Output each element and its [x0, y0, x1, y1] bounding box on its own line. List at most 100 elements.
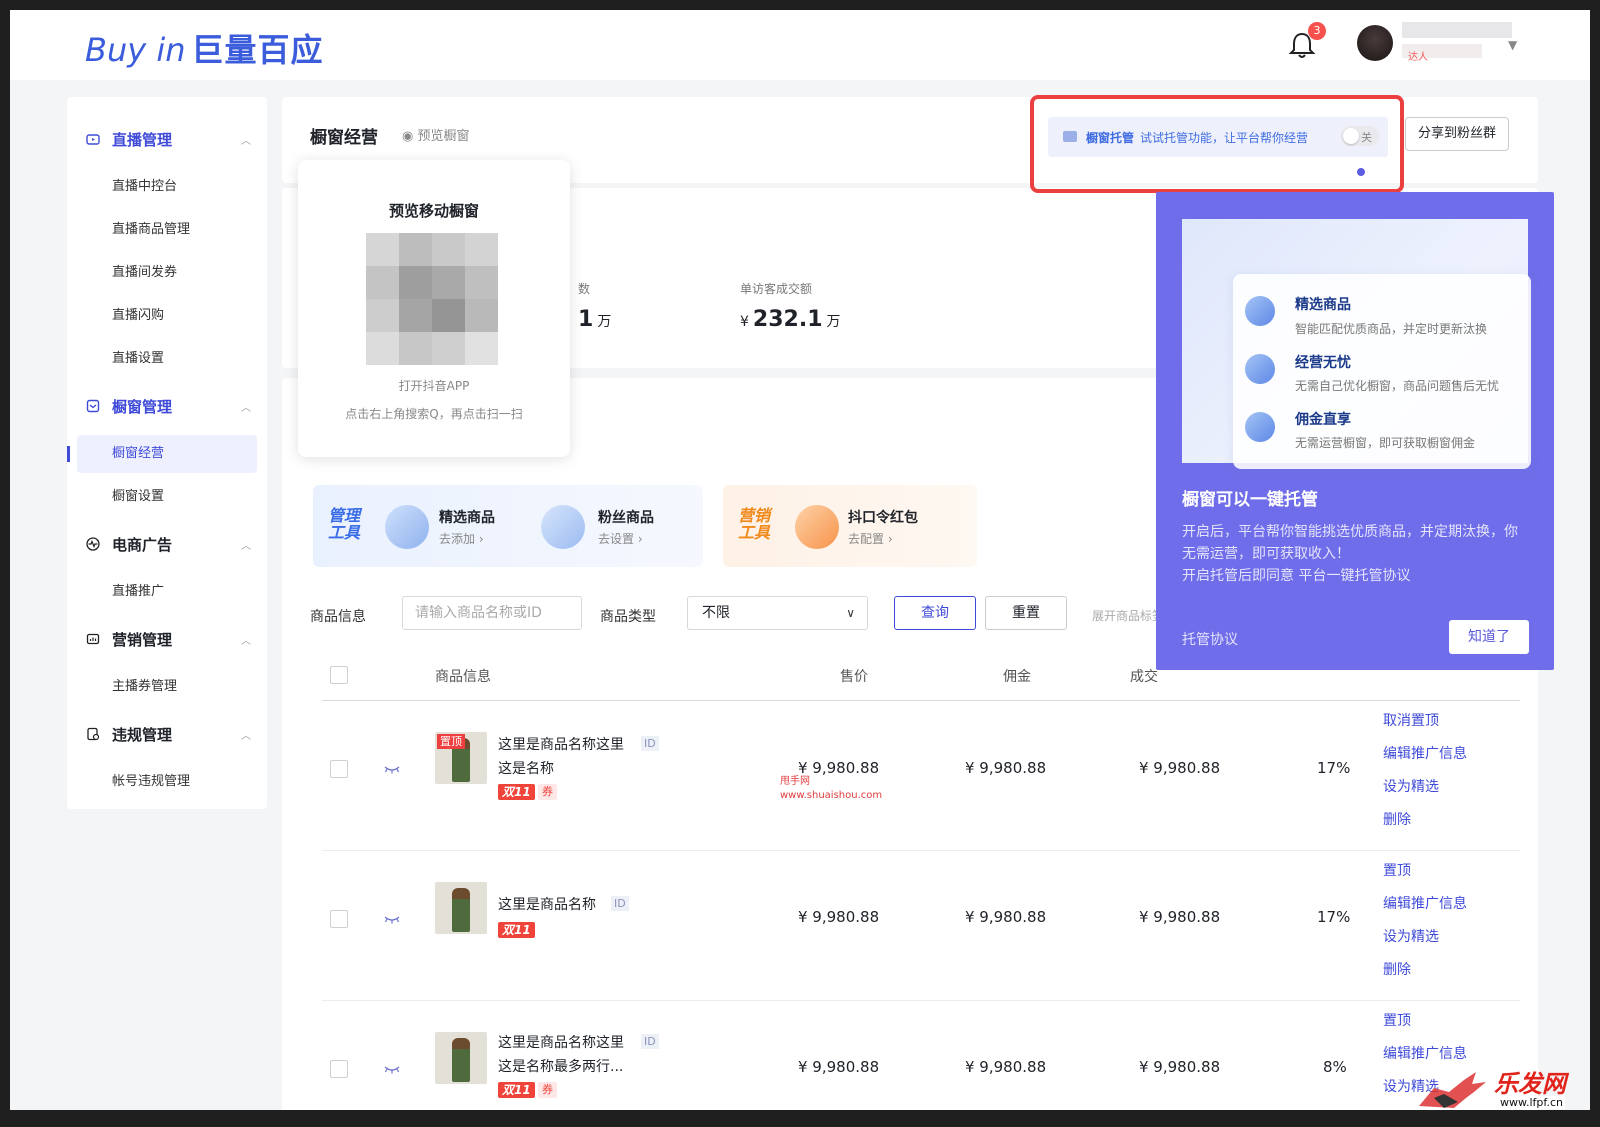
row-checkbox[interactable]	[330, 760, 348, 778]
management-tools-panel: 管理工具 精选商品 去添加 › 粉丝商品 去设置 ›	[313, 485, 703, 567]
sales-value: ¥ 9,980.88	[1139, 759, 1221, 777]
sidebar-group-showcase[interactable]: 橱窗管理 ︿	[67, 391, 267, 421]
page-title: 橱窗经营	[310, 128, 378, 148]
product-type-select[interactable]: 不限 ∨	[687, 596, 868, 630]
column-product-info: 商品信息	[435, 669, 491, 685]
product-search-input[interactable]	[402, 596, 582, 630]
set-featured-button[interactable]: 设为精选	[1383, 926, 1439, 946]
unpin-button[interactable]: 取消置顶	[1383, 710, 1439, 730]
sidebar-item-live-coupons[interactable]: 直播间发券	[77, 254, 257, 292]
tool-selected-products-link[interactable]: 去添加 ›	[439, 530, 484, 547]
product-type-label: 商品类型	[600, 609, 656, 625]
preview-mobile-popup: 预览移动橱窗 打开抖音APP 点击右上角搜索Q，再点击扫一扫	[298, 160, 570, 457]
product-thumbnail[interactable]	[435, 882, 487, 934]
promo-description: 开启后，平台帮你智能挑选优质商品，并定期汰换，你无需运营，即可获取收入！ 开启托管…	[1182, 524, 1518, 584]
highlight-frame	[1030, 95, 1404, 193]
tool-fan-products-link[interactable]: 去设置 ›	[598, 530, 643, 547]
coin-icon	[1245, 412, 1275, 442]
share-to-fans-button[interactable]: 分享到粉丝群	[1405, 117, 1509, 151]
edit-promo-button[interactable]: 编辑推广信息	[1383, 893, 1467, 913]
reset-button[interactable]: 重置	[985, 596, 1067, 630]
column-price: 售价	[840, 669, 868, 685]
hosting-promo-popover: 精选商品 智能匹配优质商品，并定时更新汰换 经营无忧 无需自己优化橱窗，商品问题…	[1156, 192, 1554, 670]
avatar[interactable]	[1357, 25, 1393, 61]
feature-desc-3: 无需运营橱窗，即可获取橱窗佣金	[1295, 436, 1476, 450]
edit-promo-button[interactable]: 编辑推广信息	[1383, 743, 1467, 763]
feature-title-1: 精选商品	[1295, 297, 1351, 313]
sidebar-group-live[interactable]: 直播管理 ︿	[67, 124, 267, 154]
sidebar-item-showcase-settings[interactable]: 橱窗设置	[77, 478, 257, 516]
product-id-tag[interactable]: ID	[611, 896, 629, 911]
sidebar-item-live-products[interactable]: 直播商品管理	[77, 211, 257, 249]
tool-red-packet-link[interactable]: 去配置 ›	[848, 530, 893, 547]
promo-feature-card: 精选商品 智能匹配优质商品，并定时更新汰换 经营无忧 无需自己优化橱窗，商品问题…	[1233, 274, 1531, 469]
chevron-up-icon: ︿	[241, 403, 251, 414]
tool-red-packet[interactable]: 抖口令红包	[848, 507, 918, 527]
stat-label-1: 数	[578, 282, 591, 296]
price-value: ¥ 9,980.88	[798, 908, 880, 926]
product-thumbnail[interactable]	[435, 1032, 487, 1084]
logo[interactable]: Buy in 巨量百应	[85, 25, 324, 71]
sidebar-group-violations[interactable]: 违规管理 ︿	[67, 719, 267, 749]
chevron-up-icon: ︿	[241, 731, 251, 742]
chevron-up-icon: ︿	[241, 636, 251, 647]
sidebar-group-marketing[interactable]: 营销管理 ︿	[67, 624, 267, 654]
row-checkbox[interactable]	[330, 910, 348, 928]
red-packet-icon	[795, 505, 839, 549]
chart-icon	[86, 633, 100, 645]
preview-popup-title: 预览移动橱窗	[388, 202, 479, 220]
eye-closed-icon[interactable]	[384, 764, 400, 774]
user-role-tag: 达人	[1408, 52, 1428, 63]
feature-desc-1: 智能匹配优质商品，并定时更新汰换	[1295, 322, 1488, 336]
delete-button[interactable]: 删除	[1383, 809, 1411, 829]
product-thumbnail[interactable]: 置顶	[435, 732, 487, 784]
app-frame: Buy in 巨量百应 3 达人 ▼ 直播管理 ︿ 直播中控台 直播商品管理 直播间…	[10, 10, 1590, 1110]
sidebar-item-live-console[interactable]: 直播中控台	[77, 168, 257, 206]
pin-button[interactable]: 置顶	[1383, 860, 1411, 880]
set-featured-button[interactable]: 设为精选	[1383, 776, 1439, 796]
row-checkbox[interactable]	[330, 1060, 348, 1078]
stat-label-2: 单访客成交额	[740, 282, 813, 296]
double11-tag: 双11	[498, 1082, 535, 1098]
sidebar-item-showcase-ops[interactable]: 橱窗经营	[67, 435, 257, 473]
row-divider	[322, 850, 1520, 851]
deer-logo-icon	[1419, 1072, 1486, 1108]
hosting-agreement-link[interactable]: 托管协议	[1182, 629, 1238, 649]
column-commission: 佣金	[1003, 669, 1031, 685]
pin-button[interactable]: 置顶	[1383, 1010, 1411, 1030]
preview-popup-line2: 点击右上角搜索Q，再点击扫一扫	[345, 407, 523, 421]
sidebar-item-live-promotion[interactable]: 直播推广	[77, 573, 257, 611]
chevron-down-icon: ∨	[846, 606, 855, 620]
chevron-up-icon: ︿	[241, 136, 251, 147]
notification-badge: 3	[1308, 22, 1326, 40]
expand-tags-link[interactable]: 展开商品标签	[1092, 607, 1164, 624]
product-id-tag[interactable]: ID	[641, 736, 659, 751]
chevron-down-icon[interactable]: ▼	[1508, 38, 1517, 52]
marketing-tools-tag: 营销工具	[738, 506, 771, 542]
sidebar-item-account-violations[interactable]: 帐号违规管理	[77, 763, 257, 801]
sidebar: 直播管理 ︿ 直播中控台 直播商品管理 直播间发券 直播闪购 直播设置 橱窗管理 ︿…	[67, 97, 267, 809]
promo-title: 橱窗可以一键托管	[1182, 490, 1318, 510]
corner-watermark: 乐发网 www.lfpf.cn	[1414, 1060, 1594, 1120]
query-button[interactable]: 查询	[894, 596, 976, 630]
got-it-button[interactable]: 知道了	[1449, 620, 1529, 654]
sidebar-item-host-coupons[interactable]: 主播券管理	[77, 668, 257, 706]
tool-selected-products[interactable]: 精选商品	[439, 507, 495, 527]
sidebar-group-ads[interactable]: 电商广告 ︿	[67, 529, 267, 559]
preview-showcase-link[interactable]: ◉ 预览橱窗	[402, 125, 470, 144]
user-name-blurred[interactable]	[1402, 22, 1512, 38]
coupon-tag: 券	[538, 1082, 557, 1098]
sidebar-item-live-settings[interactable]: 直播设置	[77, 340, 257, 378]
product-id-tag[interactable]: ID	[641, 1034, 659, 1049]
feature-title-2: 经营无忧	[1295, 355, 1351, 371]
sidebar-item-flash-sale[interactable]: 直播闪购	[77, 297, 257, 335]
delete-button[interactable]: 删除	[1383, 959, 1411, 979]
price-value: ¥ 9,980.88	[798, 1058, 880, 1076]
select-all-checkbox[interactable]	[330, 666, 348, 684]
tool-fan-products[interactable]: 粉丝商品	[598, 507, 654, 527]
eye-closed-icon[interactable]	[384, 914, 400, 924]
pinned-badge: 置顶	[437, 734, 465, 749]
heart-icon	[1245, 354, 1275, 384]
eye-icon: ◉	[402, 129, 418, 144]
eye-closed-icon[interactable]	[384, 1064, 400, 1074]
